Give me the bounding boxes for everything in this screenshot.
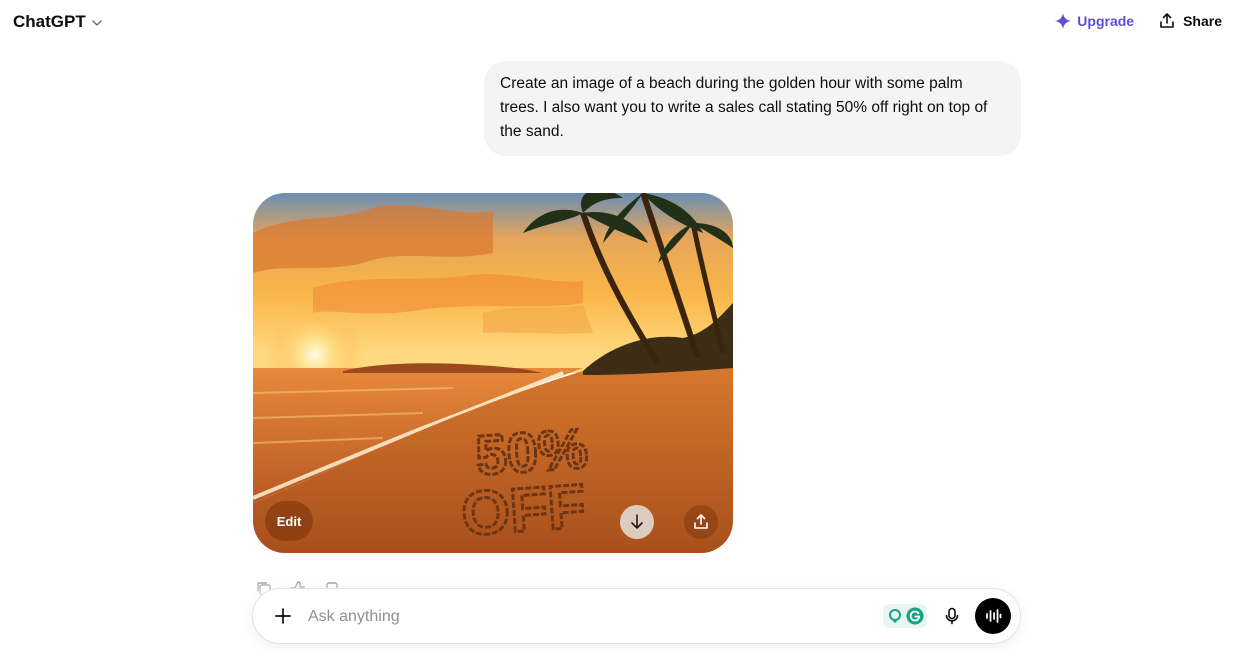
download-image-button[interactable] <box>620 505 654 539</box>
share-icon <box>1160 13 1174 28</box>
upgrade-button[interactable]: Upgrade <box>1054 12 1134 30</box>
voice-mode-button[interactable] <box>975 598 1011 634</box>
model-selector[interactable]: ChatGPT <box>13 12 104 32</box>
edit-image-button[interactable]: Edit <box>265 501 313 541</box>
mic-icon <box>945 607 959 625</box>
chat-page: ChatGPT Upgrade Share Create an image of… <box>0 0 1242 651</box>
user-message: Create an image of a beach during the go… <box>484 61 1021 156</box>
edit-label: Edit <box>276 513 302 529</box>
attach-button[interactable] <box>269 602 297 630</box>
voice-mode-icon <box>986 609 1002 623</box>
sand-text-line2: OFF <box>459 472 587 543</box>
header-actions: Upgrade Share <box>1054 12 1222 30</box>
sparkle-icon <box>1055 13 1072 29</box>
share-icon <box>694 514 708 529</box>
prompt-input[interactable] <box>306 603 870 631</box>
upgrade-label: Upgrade <box>1077 13 1135 29</box>
plus-icon <box>275 608 291 624</box>
generated-image[interactable]: 50% OFF Edit <box>253 193 733 553</box>
grammarly-button[interactable] <box>883 604 927 628</box>
grammarly-suggestion-icon <box>888 609 901 623</box>
dictate-button[interactable] <box>939 603 965 629</box>
model-label: ChatGPT <box>13 12 86 31</box>
composer <box>252 588 1021 644</box>
chevron-down-icon <box>92 19 102 26</box>
download-icon <box>631 514 643 529</box>
grammarly-icon <box>906 607 923 625</box>
share-button[interactable]: Share <box>1158 12 1222 30</box>
share-label: Share <box>1183 13 1222 29</box>
share-image-button[interactable] <box>684 505 718 539</box>
